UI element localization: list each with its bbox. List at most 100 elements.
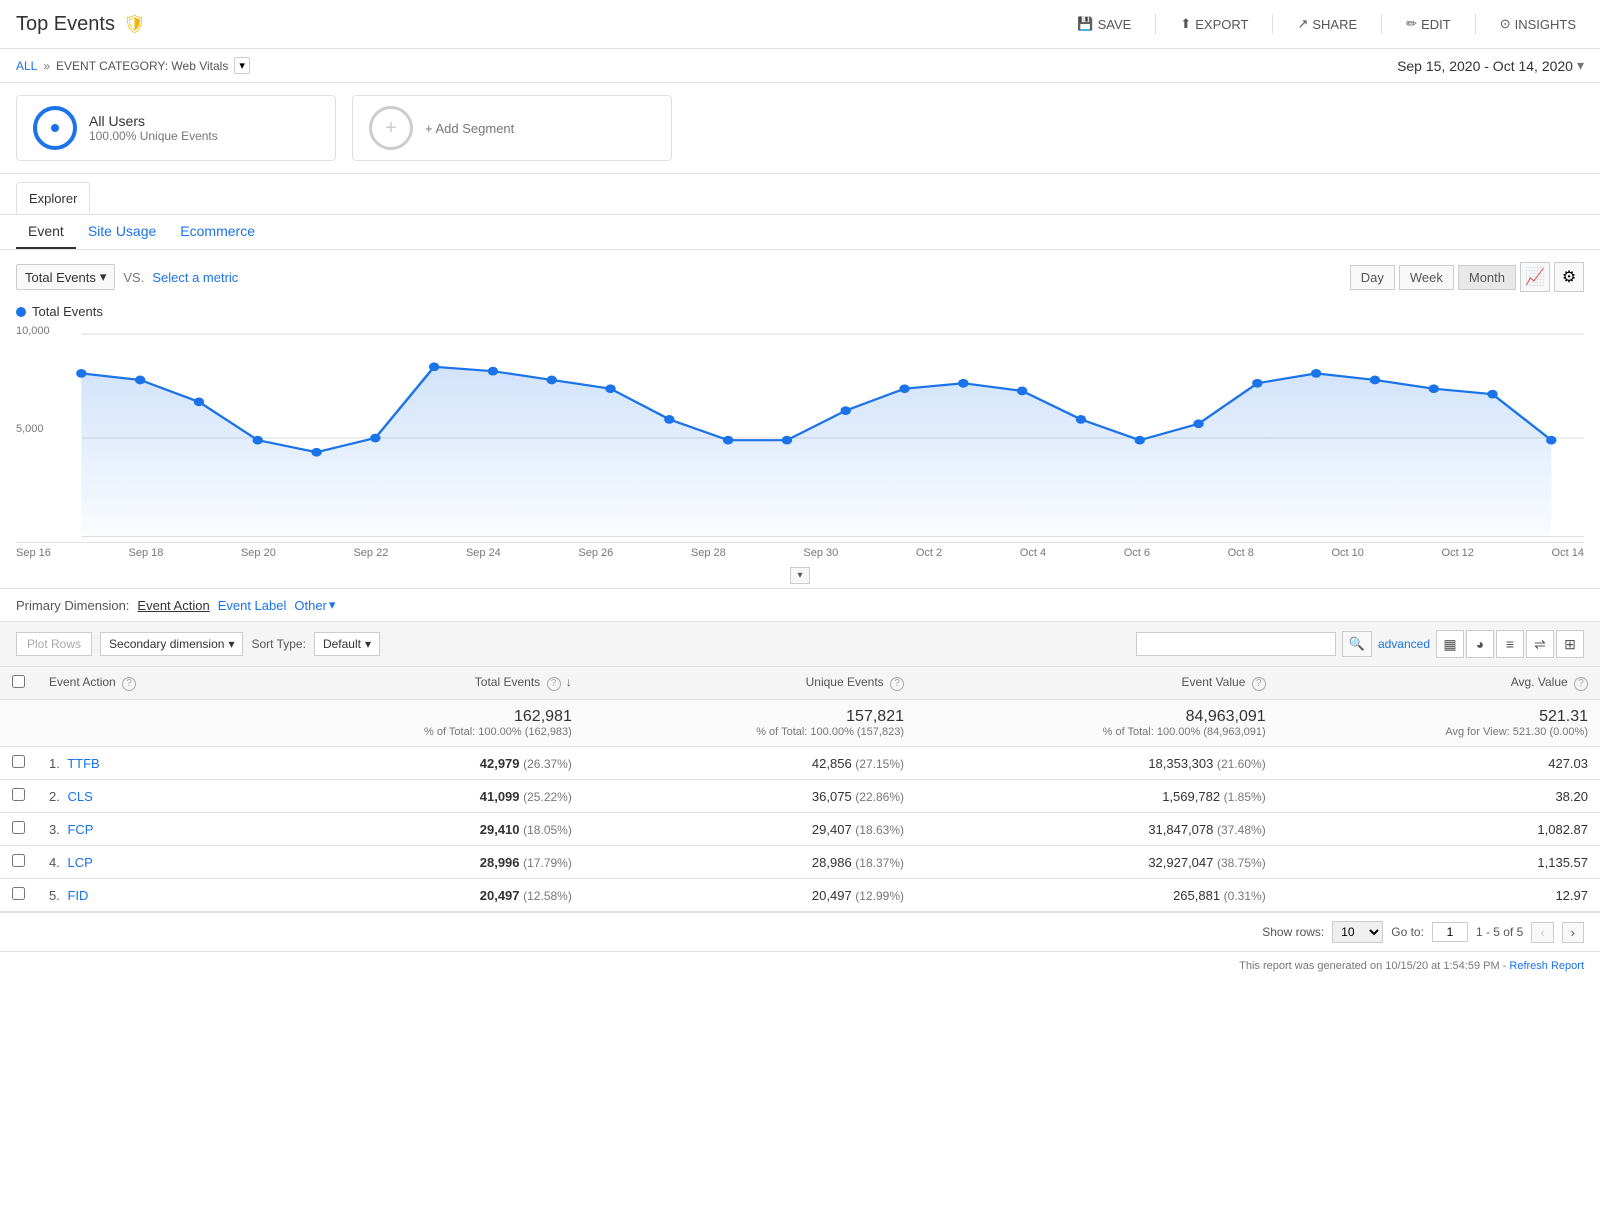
breadcrumb-separator: »: [43, 59, 50, 73]
insights-icon: ⊙: [1500, 16, 1511, 32]
plot-rows-button[interactable]: Plot Rows: [16, 632, 92, 656]
pd-event-label-link[interactable]: Event Label: [218, 598, 287, 613]
goto-page-input[interactable]: [1432, 922, 1468, 942]
search-input[interactable]: [1136, 632, 1336, 656]
period-month-button[interactable]: Month: [1458, 265, 1516, 290]
total-events-sub: % of Total: 100.00% (162,983): [264, 726, 572, 738]
share-button[interactable]: ↗ SHARE: [1289, 12, 1365, 36]
select-all-checkbox[interactable]: [12, 675, 25, 688]
line-chart-view-button[interactable]: 📈: [1520, 262, 1550, 292]
row-checkbox[interactable]: [12, 821, 25, 834]
next-page-button[interactable]: ›: [1562, 922, 1584, 943]
pie-view-button[interactable]: ◕: [1466, 630, 1494, 658]
period-day-button[interactable]: Day: [1350, 265, 1395, 290]
search-button[interactable]: 🔍: [1342, 631, 1372, 657]
y-label-10000: 10,000: [16, 325, 50, 337]
total-events-value: 162,981: [264, 708, 572, 726]
date-range-dropdown[interactable]: ▾: [1577, 57, 1584, 74]
segment-card: All Users 100.00% Unique Events: [16, 95, 336, 161]
segment-sub: 100.00% Unique Events: [89, 129, 218, 143]
list-view-button[interactable]: ≡: [1496, 630, 1524, 658]
x-label: Sep 18: [128, 547, 163, 559]
table-view-button[interactable]: ▦: [1436, 630, 1464, 658]
rows-per-page-select[interactable]: 10 25 100: [1332, 921, 1383, 943]
tab-ecommerce[interactable]: Ecommerce: [168, 215, 267, 249]
row-checkbox[interactable]: [12, 755, 25, 768]
breadcrumb-all-link[interactable]: ALL: [16, 59, 37, 73]
x-label: Sep 30: [803, 547, 838, 559]
save-button[interactable]: 💾 SAVE: [1069, 12, 1139, 36]
breadcrumb-current: EVENT CATEGORY: Web Vitals: [56, 59, 228, 73]
chart-scroll-button[interactable]: ▾: [790, 567, 809, 584]
pivot-view-button[interactable]: ⊞: [1556, 630, 1584, 658]
event-action-header: Event Action ?: [37, 667, 252, 700]
refresh-report-link[interactable]: Refresh Report: [1509, 960, 1584, 972]
toolbar: 💾 SAVE ⬆ EXPORT ↗ SHARE ✏ EDIT ⊙ INSIGHT…: [1069, 12, 1584, 36]
secondary-dimension-dropdown[interactable]: Secondary dimension ▾: [100, 632, 243, 656]
pd-label: Primary Dimension:: [16, 598, 129, 613]
legend-dot: [16, 307, 26, 317]
row-checkbox[interactable]: [12, 887, 25, 900]
tab-site-usage[interactable]: Site Usage: [76, 215, 168, 249]
row-event-value: 265,881 (0.31%): [916, 879, 1278, 912]
row-unique-events: 29,407 (18.63%): [584, 813, 916, 846]
pd-other-link[interactable]: Other ▾: [294, 597, 335, 613]
date-range: Sep 15, 2020 - Oct 14, 2020 ▾: [1397, 57, 1584, 74]
explorer-section: Explorer: [0, 174, 1600, 215]
metric-dropdown[interactable]: Total Events ▾: [16, 264, 115, 290]
event-action-link[interactable]: CLS: [67, 789, 92, 804]
period-week-button[interactable]: Week: [1399, 265, 1454, 290]
event-action-link[interactable]: TTFB: [67, 756, 100, 771]
table-row: 2. CLS 41,099 (25.22%) 36,075 (22.86%) 1…: [0, 780, 1600, 813]
row-total-events: 41,099 (25.22%): [252, 780, 584, 813]
explorer-tab[interactable]: Explorer: [16, 182, 90, 214]
view-buttons: ▦ ◕ ≡ ⇌ ⊞: [1436, 630, 1584, 658]
x-label: Sep 16: [16, 547, 51, 559]
prev-page-button[interactable]: ‹: [1531, 922, 1553, 943]
row-checkbox[interactable]: [12, 788, 25, 801]
sort-type-label: Sort Type:: [251, 637, 305, 651]
compare-view-button[interactable]: ⇌: [1526, 630, 1554, 658]
x-label: Sep 24: [466, 547, 501, 559]
chevron-down-icon: ▾: [329, 597, 336, 613]
primary-dimension: Primary Dimension: Event Action Event La…: [0, 588, 1600, 621]
event-value-help-icon: ?: [1252, 677, 1266, 691]
add-segment-card[interactable]: + + Add Segment: [352, 95, 672, 161]
chevron-down-icon: ▾: [228, 637, 234, 651]
sort-type-dropdown[interactable]: Default ▾: [314, 632, 380, 656]
footer-text: This report was generated on 10/15/20 at…: [1239, 960, 1506, 972]
edit-button[interactable]: ✏ EDIT: [1398, 12, 1459, 36]
unique-events-header: Unique Events ?: [584, 667, 916, 700]
export-button[interactable]: ⬆ EXPORT: [1172, 12, 1256, 36]
advanced-link[interactable]: advanced: [1378, 637, 1430, 651]
share-icon: ↗: [1297, 16, 1308, 32]
breadcrumb: ALL » EVENT CATEGORY: Web Vitals ▾: [16, 57, 250, 74]
select-metric-link[interactable]: Select a metric: [152, 270, 238, 285]
x-label: Sep 28: [691, 547, 726, 559]
segment-bar: All Users 100.00% Unique Events + + Add …: [0, 83, 1600, 174]
footer-bar: This report was generated on 10/15/20 at…: [0, 951, 1600, 980]
row-avg-value: 38.20: [1278, 780, 1600, 813]
row-checkbox[interactable]: [12, 854, 25, 867]
chart-controls-right: Day Week Month 📈 ⚙: [1350, 262, 1584, 292]
select-all-header: [0, 667, 37, 700]
vs-text: VS.: [123, 270, 144, 285]
segment-info: All Users 100.00% Unique Events: [89, 113, 218, 143]
row-event-value: 18,353,303 (21.60%): [916, 747, 1278, 780]
scatter-chart-view-button[interactable]: ⚙: [1554, 262, 1584, 292]
event-action-link[interactable]: FCP: [67, 822, 93, 837]
event-action-link[interactable]: FID: [67, 888, 88, 903]
total-unique-events-sub: % of Total: 100.00% (157,823): [596, 726, 904, 738]
event-action-link[interactable]: LCP: [67, 855, 92, 870]
divider: [1475, 14, 1476, 34]
top-bar-left: Top Events 🛡: [16, 13, 146, 36]
pd-active[interactable]: Event Action: [137, 598, 209, 613]
x-label: Oct 14: [1552, 547, 1584, 559]
segment-circle-inner: [51, 124, 59, 132]
breadcrumb-dropdown[interactable]: ▾: [234, 57, 250, 74]
table-controls-right: 🔍 advanced ▦ ◕ ≡ ⇌ ⊞: [1136, 630, 1584, 658]
row-unique-events: 20,497 (12.99%): [584, 879, 916, 912]
row-checkbox-cell: [0, 780, 37, 813]
tab-event[interactable]: Event: [16, 215, 76, 249]
insights-button[interactable]: ⊙ INSIGHTS: [1492, 12, 1584, 36]
